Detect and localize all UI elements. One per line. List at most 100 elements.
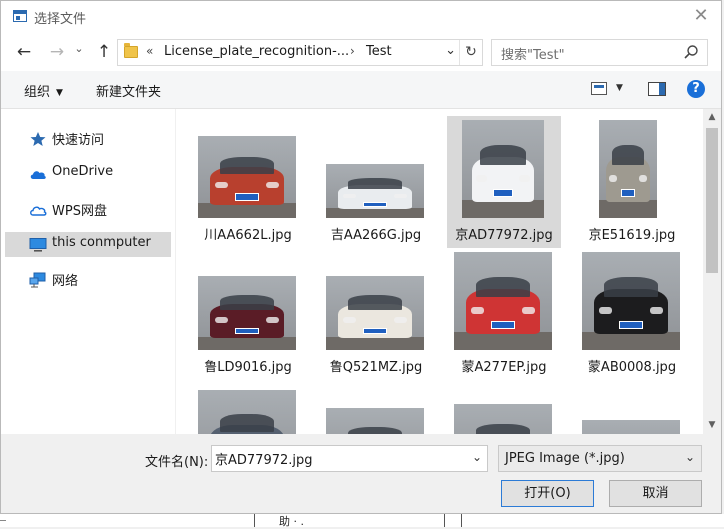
file-name: 京AD77972.jpg xyxy=(447,224,561,243)
window-title: 选择文件 xyxy=(34,8,86,27)
breadcrumb-separator[interactable]: › xyxy=(350,44,355,58)
thumbnail-car-light xyxy=(394,194,408,198)
background-divider xyxy=(461,514,462,527)
file-thumbnail xyxy=(454,404,552,434)
thumbnail-plate xyxy=(363,202,387,207)
scrollbar-thumb[interactable] xyxy=(706,128,718,273)
file-item[interactable] xyxy=(191,380,305,434)
file-thumbnail xyxy=(198,276,296,350)
file-item[interactable]: 鲁LD9016.jpg xyxy=(191,248,305,380)
file-type-value: JPEG Image (*.jpg) xyxy=(505,451,625,466)
search-placeholder: 搜索"Test" xyxy=(501,44,565,63)
sidebar-item-quick-access[interactable]: 快速访问 xyxy=(5,126,171,151)
thumbnail-plate xyxy=(363,328,387,335)
file-item[interactable] xyxy=(575,380,689,434)
refresh-icon[interactable]: ↻ xyxy=(459,40,482,65)
file-type-select[interactable]: JPEG Image (*.jpg) ⌄ xyxy=(498,445,702,472)
file-item[interactable]: 川AA662L.jpg xyxy=(191,116,305,248)
address-bar[interactable]: « License_plate_recognition-... › Test ⌄… xyxy=(117,39,483,66)
scroll-up-icon[interactable]: ▲ xyxy=(703,109,721,126)
view-options-caret-icon[interactable]: ▼ xyxy=(616,83,623,93)
thumbnail-car-light xyxy=(266,182,280,188)
file-item[interactable]: 京E51619.jpg xyxy=(575,116,689,248)
thumbnail-car-light xyxy=(522,307,536,314)
file-thumbnail xyxy=(599,120,657,218)
preview-pane-icon[interactable] xyxy=(648,82,666,96)
search-box[interactable]: 搜索"Test" xyxy=(491,39,708,66)
thumbnail-car-windshield xyxy=(480,145,526,165)
filename-combobox[interactable]: ⌄ xyxy=(211,445,488,472)
caret-down-icon: ▼ xyxy=(56,88,63,98)
breadcrumb-segment[interactable]: License_plate_recognition-... xyxy=(164,44,349,59)
thumbnail-car-light xyxy=(609,175,617,182)
computer-icon xyxy=(29,237,47,253)
organize-menu[interactable]: 组织 ▼ xyxy=(24,81,63,100)
thumbnail-ground xyxy=(326,337,424,350)
thumbnail-plate xyxy=(493,189,513,198)
close-icon[interactable]: ✕ xyxy=(691,5,711,27)
address-overflow[interactable]: « xyxy=(146,44,153,58)
file-item[interactable] xyxy=(319,380,433,434)
thumbnail-car-light xyxy=(394,317,408,322)
breadcrumb-segment[interactable]: Test xyxy=(366,44,392,59)
thumbnail-plate xyxy=(235,328,259,335)
chevron-down-icon: ⌄ xyxy=(685,450,695,464)
up-arrow-icon[interactable]: ↑ xyxy=(93,41,115,63)
file-thumbnail xyxy=(326,408,424,434)
file-name: 吉AA266G.jpg xyxy=(319,224,433,243)
recent-locations-chevron-icon[interactable]: ⌄ xyxy=(71,38,87,60)
thumbnail-plate xyxy=(491,321,515,330)
filename-field[interactable] xyxy=(212,446,458,471)
chevron-down-icon[interactable]: ⌄ xyxy=(445,43,456,58)
sidebar-item-label: this conmputer xyxy=(52,235,151,250)
filename-label: 文件名(N): xyxy=(145,451,208,470)
title-bar: 选择文件 ✕ xyxy=(1,1,721,33)
thumbnail-ground xyxy=(326,208,424,218)
help-icon[interactable]: ? xyxy=(687,80,705,98)
open-button[interactable]: 打开(O) xyxy=(501,480,594,507)
sidebar-item-this-computer[interactable]: this conmputer xyxy=(5,232,171,257)
thumbnail-car-windshield xyxy=(476,277,531,297)
sidebar-item-label: OneDrive xyxy=(52,164,113,179)
file-thumbnail xyxy=(582,252,680,350)
file-item[interactable]: 蒙AB0008.jpg xyxy=(575,248,689,380)
file-item[interactable]: 蒙A277EP.jpg xyxy=(447,248,561,380)
file-thumbnail xyxy=(198,136,296,218)
forward-arrow-icon[interactable]: → xyxy=(46,41,68,63)
organize-label: 组织 xyxy=(24,85,50,100)
sidebar-item-label: 网络 xyxy=(52,270,78,289)
change-view-icon[interactable] xyxy=(591,82,607,95)
scroll-down-icon[interactable]: ▼ xyxy=(703,417,721,434)
sidebar-item-network[interactable]: 网络 xyxy=(5,267,171,292)
file-list: 川AA662L.jpg 吉AA266G.jpg 京AD77972.jpg 京E5… xyxy=(175,109,704,434)
thumbnail-car-windshield xyxy=(220,157,275,173)
background-line xyxy=(0,520,6,521)
file-thumbnail xyxy=(462,120,544,218)
navigation-pane: 快速访问 OneDrive WPS网盘 this conmputer 网络 xyxy=(1,109,175,434)
back-arrow-icon[interactable]: ← xyxy=(13,41,35,63)
navigation-bar: ← → ⌄ ↑ « License_plate_recognition-... … xyxy=(1,33,721,71)
command-toolbar: 组织 ▼ 新建文件夹 ▼ ? xyxy=(1,71,721,109)
cancel-button[interactable]: 取消 xyxy=(609,480,702,507)
file-item[interactable]: 吉AA266G.jpg xyxy=(319,116,433,248)
background-divider xyxy=(444,514,445,527)
file-name: 京E51619.jpg xyxy=(575,224,689,243)
window-icon xyxy=(13,10,27,22)
thumbnail-car-windshield xyxy=(348,295,403,310)
thumbnail-car-windshield xyxy=(220,414,275,432)
search-icon xyxy=(683,44,699,60)
vertical-scrollbar[interactable]: ▲ ▼ xyxy=(703,109,721,434)
thumbnail-ground xyxy=(599,200,657,218)
network-icon xyxy=(29,272,47,288)
thumbnail-car-windshield xyxy=(348,427,403,434)
chevron-down-icon[interactable]: ⌄ xyxy=(472,450,482,464)
sidebar-item-wps-drive[interactable]: WPS网盘 xyxy=(5,197,171,222)
file-item[interactable]: 鲁Q521MZ.jpg xyxy=(319,248,433,380)
new-folder-button[interactable]: 新建文件夹 xyxy=(96,81,161,100)
thumbnail-car-light xyxy=(215,317,229,322)
file-name: 鲁LD9016.jpg xyxy=(191,356,305,375)
file-item[interactable] xyxy=(447,380,561,434)
file-name: 蒙A277EP.jpg xyxy=(447,356,561,375)
file-item[interactable]: 京AD77972.jpg xyxy=(447,116,561,248)
sidebar-item-onedrive[interactable]: OneDrive xyxy=(5,161,171,186)
